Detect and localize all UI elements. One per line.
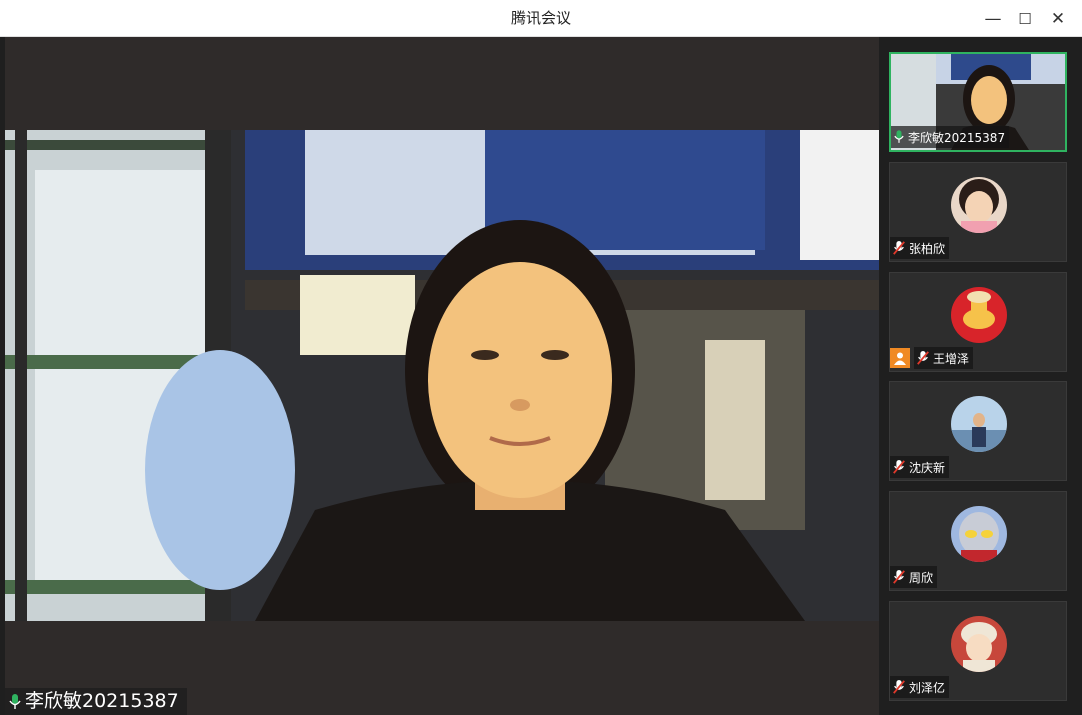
speaker-name-label: 李欣敏20215387 xyxy=(5,688,187,715)
main-video-stage[interactable]: 李欣敏20215387 xyxy=(5,37,879,715)
participant-sidebar: 李欣敏20215387 张柏欣 王增泽 沈庆新 周欣 刘泽亿 xyxy=(879,37,1082,715)
participant-name: 张柏欣 xyxy=(909,241,946,256)
participant-name: 刘泽亿 xyxy=(909,680,946,695)
window-title: 腾讯会议 xyxy=(510,9,571,27)
minimize-button[interactable]: — xyxy=(977,4,1009,34)
participant-name-label: 周欣 xyxy=(890,566,938,588)
close-button[interactable]: ✕ xyxy=(1042,4,1074,34)
mic-active-icon xyxy=(894,130,904,144)
main-video-feed xyxy=(5,130,879,621)
maximize-button[interactable]: ☐ xyxy=(1009,4,1041,34)
participant-name: 沈庆新 xyxy=(909,460,946,475)
participant-tile[interactable]: 李欣敏20215387 xyxy=(889,52,1067,152)
participant-name: 王增泽 xyxy=(933,351,970,366)
participant-tile[interactable]: 王增泽 xyxy=(889,272,1067,372)
host-badge-icon xyxy=(890,348,910,368)
participant-name-label: 沈庆新 xyxy=(890,456,950,478)
participant-name-label: 李欣敏20215387 xyxy=(891,126,1010,148)
mic-muted-icon xyxy=(893,680,905,694)
avatar xyxy=(951,177,1007,233)
avatar xyxy=(951,396,1007,452)
mic-muted-icon xyxy=(893,241,905,255)
participant-name: 李欣敏20215387 xyxy=(908,130,1006,145)
avatar xyxy=(951,506,1007,562)
participant-name-label: 王增泽 xyxy=(890,347,977,369)
speaker-name: 李欣敏20215387 xyxy=(25,690,179,712)
mic-muted-icon xyxy=(893,570,905,584)
participant-name-label: 张柏欣 xyxy=(890,237,950,259)
participant-tile[interactable]: 刘泽亿 xyxy=(889,601,1067,701)
avatar xyxy=(951,287,1007,343)
mic-active-icon xyxy=(9,693,21,710)
mic-muted-icon xyxy=(917,351,929,365)
participant-name: 周欣 xyxy=(909,570,934,585)
participant-tile[interactable]: 沈庆新 xyxy=(889,381,1067,481)
participant-name-label: 刘泽亿 xyxy=(890,676,950,698)
participant-tile[interactable]: 周欣 xyxy=(889,491,1067,591)
participant-tile[interactable]: 张柏欣 xyxy=(889,162,1067,262)
title-bar: 腾讯会议 — ☐ ✕ xyxy=(0,0,1082,37)
mic-muted-icon xyxy=(893,460,905,474)
avatar xyxy=(951,616,1007,672)
main-video-image xyxy=(5,130,879,621)
